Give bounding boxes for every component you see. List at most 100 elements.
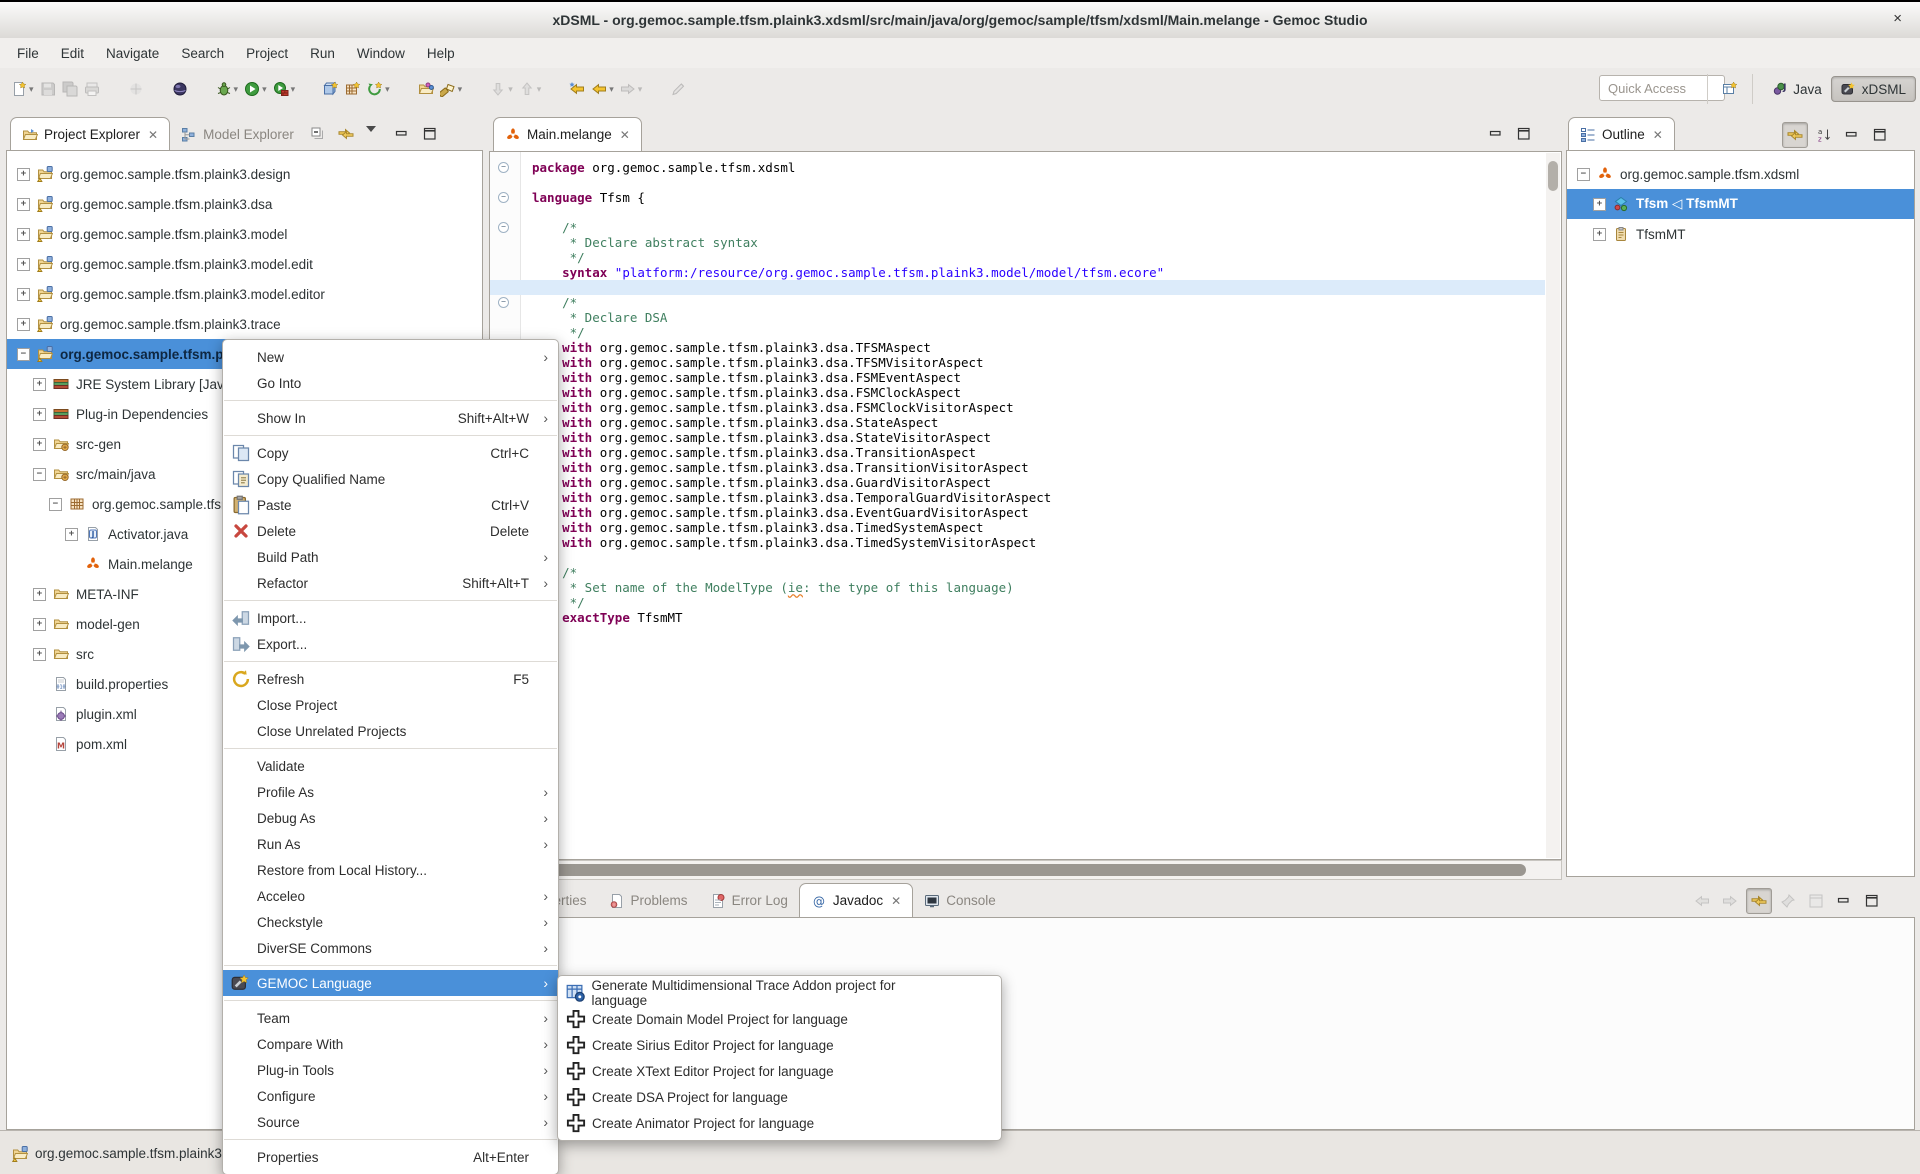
menu-item-create-sirius-editor-project-for-language[interactable]: Create Sirius Editor Project for languag… <box>558 1032 1001 1058</box>
menu-item-debug-as[interactable]: Debug As› <box>223 805 558 831</box>
menu-item-copy-qualified-name[interactable]: Copy Qualified Name <box>223 466 558 492</box>
expand-expander-icon[interactable]: + <box>17 318 30 331</box>
menu-item-refresh[interactable]: RefreshF5 <box>223 666 558 692</box>
menu-item-delete[interactable]: DeleteDelete <box>223 518 558 544</box>
new-wizard-button[interactable]: ▾ <box>8 75 37 103</box>
menu-item-create-animator-project-for-language[interactable]: Create Animator Project for language <box>558 1110 1001 1136</box>
link-with-editor-button[interactable] <box>1746 888 1772 914</box>
expand-expander-icon[interactable]: + <box>33 408 46 421</box>
menu-item-source[interactable]: Source› <box>223 1109 558 1135</box>
view-tab-problems[interactable]: !Problems <box>598 884 699 917</box>
close-tab-icon[interactable]: ✕ <box>620 128 630 142</box>
menu-item-close-project[interactable]: Close Project <box>223 692 558 718</box>
fold-minus-icon[interactable]: − <box>498 222 509 233</box>
menubar-item-file[interactable]: File <box>6 41 50 66</box>
menu-item-compare-with[interactable]: Compare With› <box>223 1031 558 1057</box>
menu-item-profile-as[interactable]: Profile As› <box>223 779 558 805</box>
expand-expander-icon[interactable]: + <box>33 588 46 601</box>
search-button[interactable]: ▾ <box>437 75 466 103</box>
run-button[interactable]: ▾ <box>241 75 270 103</box>
generate-button[interactable]: ▾ <box>364 75 393 103</box>
horizontal-scroll-thumb[interactable] <box>496 864 1526 876</box>
menu-item-run-as[interactable]: Run As› <box>223 831 558 857</box>
view-tab-javadoc[interactable]: @Javadoc✕ <box>799 883 913 917</box>
maximize-button[interactable] <box>1868 123 1892 147</box>
menu-item-diverse-commons[interactable]: DiverSE Commons› <box>223 935 558 961</box>
sort-az-button[interactable]: az <box>1812 123 1836 147</box>
view-menu-button[interactable] <box>362 122 386 146</box>
menu-item-create-domain-model-project-for-language[interactable]: Create Domain Model Project for language <box>558 1006 1001 1032</box>
tree-item-tfsm-tfsmmt[interactable]: +Tfsm ◁ TfsmMT <box>1567 189 1914 219</box>
close-tab-icon[interactable]: ✕ <box>1653 128 1663 142</box>
menu-item-import[interactable]: Import... <box>223 605 558 631</box>
menubar-item-help[interactable]: Help <box>416 41 466 66</box>
fold-minus-icon[interactable]: − <box>498 297 509 308</box>
fold-minus-icon[interactable]: − <box>498 192 509 203</box>
menubar-item-edit[interactable]: Edit <box>50 41 95 66</box>
editor-horizontal-scrollbar[interactable] <box>489 860 1562 880</box>
menu-item-go-into[interactable]: Go Into <box>223 370 558 396</box>
new-melange-project-button[interactable] <box>320 75 342 103</box>
menu-item-generate-multidimensional-trace-addon-project-for-language[interactable]: Generate Multidimensional Trace Addon pr… <box>558 980 1001 1006</box>
expand-expander-icon[interactable]: + <box>17 288 30 301</box>
minimize-button[interactable] <box>1840 123 1864 147</box>
tree-item-org-gemoc-sample-tfsm-plaink3-trace[interactable]: +org.gemoc.sample.tfsm.plaink3.trace <box>7 309 482 339</box>
expand-expander-icon[interactable]: + <box>65 528 78 541</box>
collapse-all-button[interactable] <box>306 122 330 146</box>
close-tab-icon[interactable]: ✕ <box>148 128 158 142</box>
view-tab-outline[interactable]: Outline✕ <box>1568 117 1675 151</box>
collapse-expander-icon[interactable]: − <box>17 348 30 361</box>
menubar-item-navigate[interactable]: Navigate <box>95 41 170 66</box>
maximize-button[interactable] <box>418 122 442 146</box>
maximize-button[interactable] <box>1512 122 1536 146</box>
menu-item-gemoc-language[interactable]: GEMOC Language› <box>223 970 558 996</box>
link-with-editor-button[interactable] <box>1782 122 1808 148</box>
fold-minus-icon[interactable]: − <box>498 162 509 173</box>
tree-item-tfsmmt[interactable]: +TfsmMT <box>1567 219 1914 249</box>
menu-item-build-path[interactable]: Build Path› <box>223 544 558 570</box>
expand-expander-icon[interactable]: + <box>1593 228 1606 241</box>
menu-item-new[interactable]: New› <box>223 344 558 370</box>
menu-item-close-unrelated-projects[interactable]: Close Unrelated Projects <box>223 718 558 744</box>
menu-item-show-in[interactable]: Show InShift+Alt+W› <box>223 405 558 431</box>
collapse-expander-icon[interactable]: − <box>33 468 46 481</box>
close-tab-icon[interactable]: ✕ <box>891 894 901 908</box>
view-tab-project-explorer[interactable]: Project Explorer✕ <box>10 117 170 151</box>
open-element-button[interactable] <box>415 75 437 103</box>
expand-expander-icon[interactable]: + <box>33 648 46 661</box>
menu-item-checkstyle[interactable]: Checkstyle› <box>223 909 558 935</box>
expand-expander-icon[interactable]: + <box>33 378 46 391</box>
menu-item-team[interactable]: Team› <box>223 1005 558 1031</box>
editor-panel[interactable]: −package org.gemoc.sample.tfsm.xdsml−lan… <box>489 151 1562 860</box>
tree-item-org-gemoc-sample-tfsm-plaink3-design[interactable]: +org.gemoc.sample.tfsm.plaink3.design <box>7 159 482 189</box>
perspective-button-java[interactable]: JJava <box>1763 77 1831 101</box>
minimize-button[interactable] <box>1832 889 1856 913</box>
menu-item-validate[interactable]: Validate <box>223 753 558 779</box>
new-package-button[interactable] <box>342 75 364 103</box>
tree-item-org-gemoc-sample-tfsm-plaink3-model-edit[interactable]: +org.gemoc.sample.tfsm.plaink3.model.edi… <box>7 249 482 279</box>
editor-code-area[interactable]: −package org.gemoc.sample.tfsm.xdsml−lan… <box>490 152 1545 859</box>
tree-item-org-gemoc-sample-tfsm-plaink3-dsa[interactable]: +org.gemoc.sample.tfsm.plaink3.dsa <box>7 189 482 219</box>
menu-item-export[interactable]: Export... <box>223 631 558 657</box>
tree-item-org-gemoc-sample-tfsm-xdsml[interactable]: −org.gemoc.sample.tfsm.xdsml <box>1567 159 1914 189</box>
menu-item-copy[interactable]: CopyCtrl+C <box>223 440 558 466</box>
link-with-editor-button[interactable] <box>334 122 358 146</box>
editor-tab-main-melange[interactable]: Main.melange✕ <box>493 117 642 151</box>
run-config-button[interactable]: ▾ <box>270 75 299 103</box>
tree-item-org-gemoc-sample-tfsm-plaink3-model-editor[interactable]: +org.gemoc.sample.tfsm.plaink3.model.edi… <box>7 279 482 309</box>
collapse-expander-icon[interactable]: − <box>49 498 62 511</box>
menubar-item-project[interactable]: Project <box>235 41 299 66</box>
debug-button[interactable]: ▾ <box>213 75 242 103</box>
editor-vertical-scrollbar[interactable] <box>1546 153 1560 858</box>
menubar-item-window[interactable]: Window <box>346 41 416 66</box>
maximize-button[interactable] <box>1860 889 1884 913</box>
vertical-scroll-thumb[interactable] <box>1548 161 1558 191</box>
minimize-button[interactable] <box>390 122 414 146</box>
menu-item-create-dsa-project-for-language[interactable]: Create DSA Project for language <box>558 1084 1001 1110</box>
view-tab-error-log[interactable]: Error Log <box>699 884 799 917</box>
menu-item-paste[interactable]: PasteCtrl+V <box>223 492 558 518</box>
menu-item-configure[interactable]: Configure› <box>223 1083 558 1109</box>
expand-expander-icon[interactable]: + <box>1593 198 1606 211</box>
menubar-item-run[interactable]: Run <box>299 41 346 66</box>
minimize-button[interactable] <box>1484 122 1508 146</box>
